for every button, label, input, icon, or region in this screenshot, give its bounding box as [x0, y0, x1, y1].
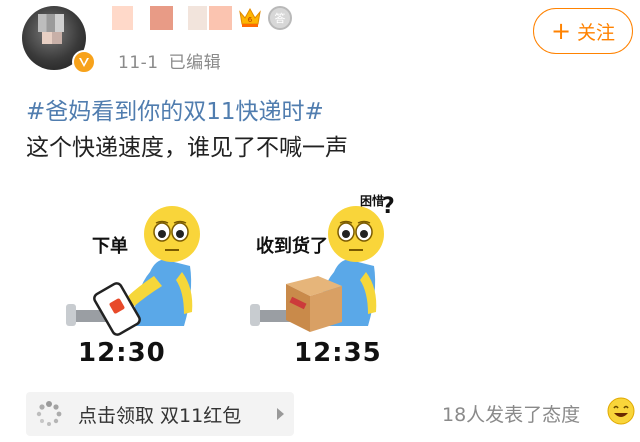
medal-badge-icon: 答	[268, 6, 292, 30]
avatar-mosaic	[38, 14, 64, 32]
sitting-emoji-figure-right	[250, 206, 384, 332]
laughing-emoji-icon[interactable]	[606, 396, 636, 426]
follow-button-label: 关注	[577, 21, 616, 44]
plus-icon: +	[550, 17, 572, 45]
red-packet-banner[interactable]: 点击领取 双11红包	[26, 392, 294, 436]
post-edited-label[interactable]: 已编辑	[169, 53, 222, 73]
loading-spinner-icon	[36, 401, 62, 426]
chevron-right-icon	[277, 408, 284, 420]
verified-badge-icon	[72, 50, 96, 74]
meme-time-right: 12:35	[294, 338, 382, 368]
post-date: 11-1	[118, 53, 159, 73]
crown-badge-icon: 6	[239, 7, 261, 27]
follow-button[interactable]: + 关注	[533, 8, 633, 54]
sitting-emoji-figure-left	[66, 206, 200, 336]
username-blurred[interactable]	[112, 6, 233, 30]
medal-badge-text: 答	[274, 12, 286, 25]
post-meta: 11-1 已编辑	[118, 48, 221, 73]
post-text: 这个快递速度，谁见了不喊一声	[26, 135, 348, 161]
avatar-mosaic-face	[42, 32, 62, 44]
reactions-count[interactable]: 18人发表了态度	[442, 400, 580, 427]
meme-image-right[interactable]: 收到货了 困惜 ? 12:35	[246, 192, 436, 372]
svg-text:6: 6	[248, 16, 253, 24]
hashtag-topic-link[interactable]: #爸妈看到你的双11快递时#	[26, 92, 324, 126]
red-packet-label: 点击领取 双11红包	[78, 404, 242, 427]
meme-image-left[interactable]: 下单 12:30	[62, 192, 252, 372]
meme-time-left: 12:30	[78, 338, 166, 368]
